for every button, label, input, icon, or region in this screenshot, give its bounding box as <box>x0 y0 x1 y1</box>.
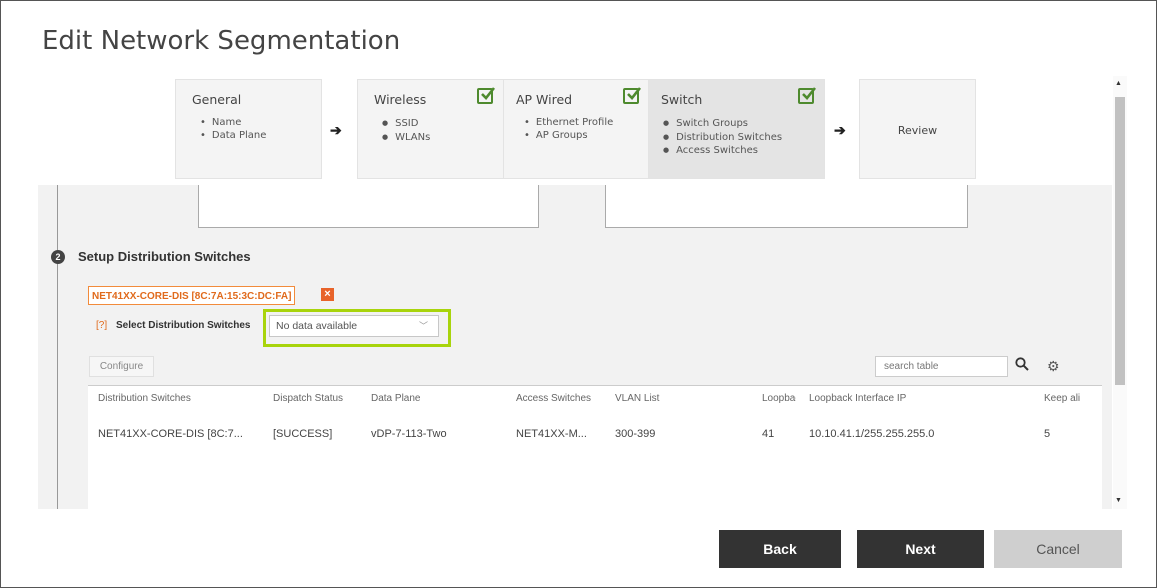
column-header[interactable]: Data Plane <box>371 393 491 404</box>
table-cell: NET41XX-CORE-DIS [8C:7... <box>98 428 243 440</box>
close-icon[interactable]: × <box>321 288 334 301</box>
step-item: AP Groups <box>524 130 613 143</box>
step-title: Switch <box>661 92 703 107</box>
table-cell: 10.10.41.1/255.255.255.0 <box>809 428 935 440</box>
table-row[interactable]: NET41XX-CORE-DIS [8C:7... [SUCCESS] vDP-… <box>88 411 1102 509</box>
select-label: Select Distribution Switches <box>116 320 251 331</box>
next-button[interactable]: Next <box>857 530 984 568</box>
check-icon <box>477 87 496 104</box>
section-title: Setup Distribution Switches <box>78 249 251 264</box>
chevron-down-icon: ﹀ <box>418 321 428 331</box>
step-item: WLANs <box>382 131 430 145</box>
table-header: Distribution Switches Dispatch Status Da… <box>88 385 1102 413</box>
step-items: Ethernet Profile AP Groups <box>524 117 613 142</box>
step-items: Name Data Plane <box>200 117 266 142</box>
scroll-down-icon[interactable]: ▼ <box>1115 497 1122 504</box>
step-item: SSID <box>382 117 430 131</box>
cancel-button[interactable]: Cancel <box>994 530 1122 568</box>
search-input[interactable]: search table <box>875 356 1008 377</box>
table-cell: 5 <box>1044 428 1051 440</box>
step-item: Access Switches <box>663 144 782 158</box>
step-item: Name <box>200 117 266 130</box>
table-cell: [SUCCESS] <box>273 428 333 440</box>
placeholder-box <box>605 185 968 228</box>
content-panel: 2 Setup Distribution Switches NET41XX-CO… <box>38 185 1112 509</box>
column-header[interactable]: Loopback Interface IP <box>809 393 1009 404</box>
step-ap-wired[interactable]: AP Wired Ethernet Profile AP Groups <box>503 79 650 179</box>
check-icon <box>798 87 817 104</box>
step-items: Switch Groups Distribution Switches Acce… <box>663 117 782 158</box>
page-title: Edit Network Segmentation <box>42 26 401 56</box>
step-item: Distribution Switches <box>663 131 782 145</box>
step-title: Wireless <box>374 92 427 107</box>
step-review[interactable]: Review <box>859 79 976 179</box>
scroll-up-icon[interactable]: ▲ <box>1115 80 1122 87</box>
column-header[interactable]: VLAN List <box>615 393 695 404</box>
selected-switch-tag: NET41XX-CORE-DIS [8C:7A:15:3C:DC:FA] <box>88 286 296 305</box>
arrow-icon: ➔ <box>834 122 846 138</box>
column-header[interactable]: Access Switches <box>516 393 606 404</box>
step-general[interactable]: General Name Data Plane <box>175 79 322 179</box>
back-button[interactable]: Back <box>719 530 841 568</box>
column-header[interactable]: Distribution Switches <box>98 393 258 404</box>
table-cell: vDP-7-113-Two <box>371 428 447 440</box>
table-cell: NET41XX-M... <box>516 428 587 440</box>
step-switch[interactable]: Switch Switch Groups Distribution Switch… <box>648 79 825 179</box>
step-item: Switch Groups <box>663 117 782 131</box>
select-value: No data available <box>276 320 358 332</box>
section-number: 2 <box>51 250 65 264</box>
gear-icon[interactable]: ⚙ <box>1047 358 1060 375</box>
step-wireless[interactable]: Wireless SSID WLANs <box>357 79 504 179</box>
column-header[interactable]: Dispatch Status <box>273 393 363 404</box>
step-item: Data Plane <box>200 130 266 143</box>
step-title: Review <box>897 124 938 137</box>
arrow-icon: ➔ <box>330 122 342 138</box>
search-icon[interactable] <box>1015 357 1029 376</box>
step-items: SSID WLANs <box>382 117 430 144</box>
step-title: AP Wired <box>516 92 573 107</box>
distribution-switch-select[interactable]: No data available ﹀ <box>269 315 439 337</box>
table-cell: 300-399 <box>615 428 656 440</box>
step-item: Ethernet Profile <box>524 117 613 130</box>
divider <box>57 185 58 509</box>
scrollbar-thumb[interactable] <box>1115 97 1125 385</box>
placeholder-box <box>198 185 539 228</box>
column-header[interactable]: Keep ali <box>1044 393 1084 404</box>
configure-button[interactable]: Configure <box>89 356 154 377</box>
column-header[interactable]: Loopbac <box>762 393 796 404</box>
check-icon <box>623 87 642 104</box>
help-icon[interactable]: [?] <box>96 320 107 331</box>
step-title: General <box>192 92 242 107</box>
table-cell: 41 <box>762 428 775 440</box>
